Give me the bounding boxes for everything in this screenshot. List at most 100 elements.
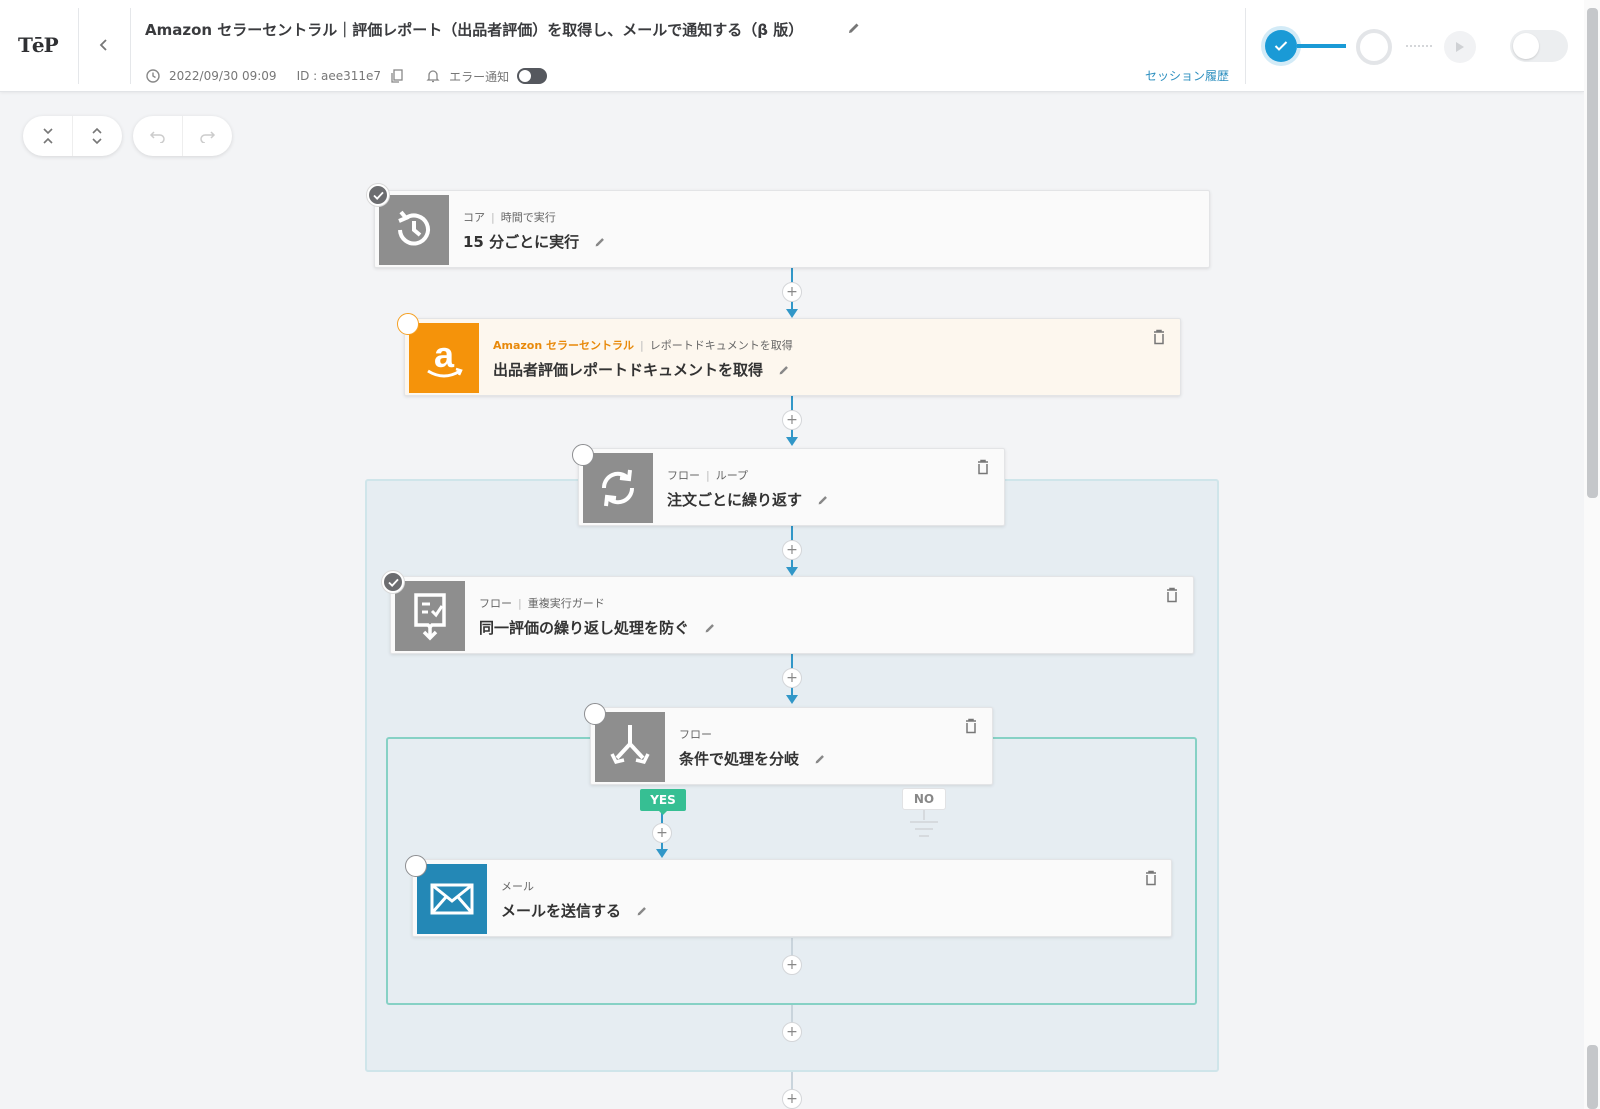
copy-icon[interactable] bbox=[389, 68, 405, 84]
step-category: コア bbox=[463, 211, 485, 224]
collapse-expand-group bbox=[23, 116, 122, 156]
empty-branch-icon bbox=[906, 810, 942, 840]
step-name: 条件で処理を分岐 bbox=[679, 750, 800, 768]
trash-icon[interactable] bbox=[964, 718, 978, 734]
step-status-complete bbox=[382, 571, 404, 593]
step-status-complete bbox=[367, 184, 389, 206]
guard-check-icon bbox=[395, 581, 465, 651]
collapse-icon bbox=[42, 128, 53, 144]
pencil-icon[interactable] bbox=[777, 363, 791, 377]
add-step-button[interactable]: + bbox=[782, 540, 802, 560]
error-notify-label: エラー通知 bbox=[449, 69, 510, 84]
recipe-meta: 2022/09/30 09:09 ID : aee311e7 エラー通知 bbox=[145, 66, 548, 86]
app-header: TēP Amazon セラーセントラル｜評価レポート（出品者評価）を取得し、メー… bbox=[0, 0, 1584, 92]
pencil-icon[interactable] bbox=[593, 235, 607, 249]
add-step-button[interactable]: + bbox=[782, 282, 802, 302]
chevron-left-icon bbox=[99, 39, 107, 51]
connector-arrow bbox=[786, 695, 798, 704]
svg-text:a: a bbox=[434, 334, 455, 375]
header-divider bbox=[130, 8, 131, 84]
expand-icon bbox=[92, 127, 102, 145]
step-subcategory: 時間で実行 bbox=[500, 211, 556, 224]
add-step-button[interactable]: + bbox=[782, 668, 802, 688]
loop-arrows-icon bbox=[583, 453, 653, 523]
play-icon bbox=[1456, 42, 1464, 52]
undo-button[interactable] bbox=[133, 116, 182, 156]
step-pending[interactable] bbox=[1356, 29, 1392, 65]
step-card-timer[interactable]: コア | 時間で実行 15 分ごとに実行 bbox=[374, 190, 1210, 268]
pencil-icon[interactable] bbox=[635, 904, 649, 918]
session-history-link[interactable]: セッション履歴 bbox=[1145, 67, 1229, 84]
bell-icon bbox=[425, 68, 441, 84]
error-notify-toggle[interactable] bbox=[517, 68, 548, 84]
connector-arrow bbox=[786, 437, 798, 446]
step-setup-complete[interactable] bbox=[1265, 30, 1297, 62]
redo-icon bbox=[200, 131, 216, 143]
step-status-pending bbox=[584, 703, 606, 725]
pencil-icon[interactable] bbox=[816, 493, 830, 507]
step-subcategory: 重複実行ガード bbox=[527, 597, 605, 610]
envelope-icon bbox=[417, 864, 487, 934]
step-card-loop[interactable]: フロー | ループ 注文ごとに繰り返す bbox=[578, 448, 1005, 526]
connector-arrow bbox=[786, 309, 798, 318]
check-icon bbox=[387, 578, 399, 587]
amazon-logo-icon: a bbox=[409, 323, 479, 393]
header-divider bbox=[1245, 8, 1246, 84]
trash-icon[interactable] bbox=[976, 459, 990, 475]
edit-title-button[interactable] bbox=[846, 20, 862, 36]
trash-icon[interactable] bbox=[1165, 587, 1179, 603]
step-status-pending bbox=[397, 313, 419, 335]
step-name: 注文ごとに繰り返す bbox=[667, 491, 803, 509]
add-step-button[interactable]: + bbox=[782, 1022, 802, 1042]
expand-all-button[interactable] bbox=[72, 116, 121, 156]
pencil-icon[interactable] bbox=[703, 621, 717, 635]
scrollbar-thumb[interactable] bbox=[1587, 1045, 1598, 1109]
branch-no-label[interactable]: NO bbox=[902, 788, 946, 810]
add-step-button[interactable]: + bbox=[782, 955, 802, 975]
add-step-button[interactable]: + bbox=[652, 823, 672, 843]
collapse-all-button[interactable] bbox=[23, 116, 72, 156]
clock-rotate-icon bbox=[379, 195, 449, 265]
updated-timestamp: 2022/09/30 09:09 bbox=[169, 69, 277, 83]
add-step-button[interactable]: + bbox=[782, 1089, 802, 1109]
trash-icon[interactable] bbox=[1152, 329, 1166, 345]
step-category: フロー bbox=[667, 469, 700, 482]
add-step-button[interactable]: + bbox=[782, 410, 802, 430]
step-dotted-line bbox=[1406, 45, 1432, 47]
pencil-icon[interactable] bbox=[813, 752, 827, 766]
branch-arrows-icon bbox=[595, 712, 665, 782]
check-icon bbox=[372, 191, 384, 200]
redo-button[interactable] bbox=[182, 116, 231, 156]
connector-arrow bbox=[786, 567, 798, 576]
step-name: 出品者評価レポートドキュメントを取得 bbox=[493, 361, 764, 379]
clock-icon bbox=[145, 68, 161, 84]
back-button[interactable] bbox=[90, 30, 118, 60]
check-icon bbox=[1274, 41, 1288, 51]
pencil-icon bbox=[849, 23, 859, 33]
recipe-id: ID : aee311e7 bbox=[296, 69, 382, 83]
step-progress-line bbox=[1297, 44, 1346, 48]
recipe-title: Amazon セラーセントラル｜評価レポート（出品者評価）を取得し、メールで通知… bbox=[145, 21, 804, 39]
step-card-duplicate-guard[interactable]: フロー | 重複実行ガード 同一評価の繰り返し処理を防ぐ bbox=[390, 576, 1194, 654]
step-card-branch[interactable]: フロー 条件で処理を分岐 bbox=[590, 707, 993, 785]
step-card-send-mail[interactable]: メール メールを送信する bbox=[412, 859, 1172, 937]
run-button[interactable] bbox=[1444, 31, 1476, 63]
step-category: Amazon セラーセントラル bbox=[493, 339, 635, 352]
step-name: メールを送信する bbox=[501, 902, 622, 920]
step-category: フロー bbox=[479, 597, 512, 610]
step-category: フロー bbox=[679, 728, 712, 741]
step-status-pending bbox=[572, 444, 594, 466]
recipe-enable-toggle[interactable] bbox=[1510, 30, 1568, 62]
step-subcategory: レポートドキュメントを取得 bbox=[649, 339, 793, 352]
header-divider bbox=[78, 8, 79, 84]
step-card-amazon-report[interactable]: a Amazon セラーセントラル | レポートドキュメントを取得 出品者評価レポー… bbox=[404, 318, 1181, 396]
scrollbar-thumb[interactable] bbox=[1587, 8, 1598, 498]
step-name: 同一評価の繰り返し処理を防ぐ bbox=[479, 619, 690, 637]
step-name: 15 分ごとに実行 bbox=[463, 233, 580, 251]
connector-arrow bbox=[656, 849, 668, 858]
undo-icon bbox=[149, 131, 165, 143]
step-category: メール bbox=[501, 880, 534, 893]
trash-icon[interactable] bbox=[1144, 870, 1158, 886]
undo-redo-group bbox=[133, 116, 232, 156]
step-status-pending bbox=[405, 855, 427, 877]
